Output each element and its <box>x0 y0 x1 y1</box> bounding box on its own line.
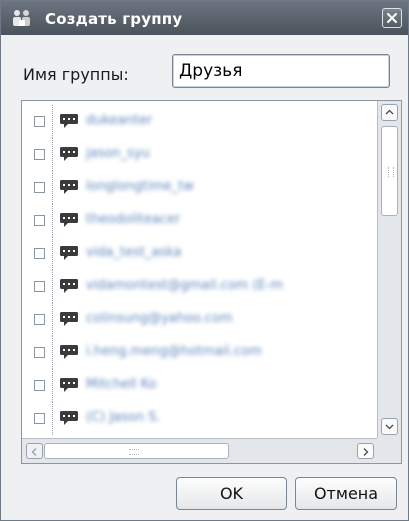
contact-row[interactable]: jason_syu <box>22 138 377 171</box>
contact-checkbox[interactable] <box>34 314 45 325</box>
contact-name: (C) Jason S. <box>86 410 161 425</box>
contact-name: Mitchell Ko <box>86 377 157 392</box>
contact-row[interactable]: Mitchell Ko <box>22 369 377 402</box>
scroll-left-button[interactable] <box>26 443 43 459</box>
contact-name: vida_test_aska <box>86 245 182 260</box>
contact-checkbox[interactable] <box>34 248 45 259</box>
tree-line <box>52 270 54 303</box>
contact-row[interactable]: vidamontest@gmail.com (E-m <box>22 270 377 303</box>
tree-line <box>52 402 54 435</box>
scrollbar-corner <box>377 438 401 463</box>
chat-icon <box>59 113 79 129</box>
close-icon <box>387 13 397 23</box>
contact-row[interactable]: (C) Jason S. <box>22 402 377 435</box>
contact-row[interactable]: longlongtime_tw <box>22 171 377 204</box>
chevron-right-icon <box>363 448 369 456</box>
chevron-up-icon <box>385 109 394 115</box>
tree-line <box>52 303 54 336</box>
contact-checkbox[interactable] <box>34 149 45 160</box>
tree-line <box>52 336 54 369</box>
scroll-right-button[interactable] <box>357 443 374 459</box>
contact-checkbox[interactable] <box>34 413 45 424</box>
ok-button[interactable]: OK <box>176 477 287 510</box>
chat-icon <box>59 410 79 426</box>
chat-icon <box>59 245 79 261</box>
chat-icon <box>59 344 79 360</box>
scroll-up-button[interactable] <box>381 104 398 121</box>
horizontal-scrollbar[interactable] <box>22 438 377 463</box>
tree-line <box>52 369 54 402</box>
tree-line <box>52 237 54 270</box>
title-bar[interactable]: Создать группу <box>1 1 408 35</box>
chat-icon <box>59 278 79 294</box>
contact-checkbox[interactable] <box>34 347 45 358</box>
chat-icon <box>59 146 79 162</box>
contact-name: vidamontest@gmail.com (E-m <box>86 278 284 293</box>
tree-line <box>52 138 54 171</box>
chevron-down-icon <box>385 424 394 430</box>
contact-name: colinsung@yahoo.com <box>86 311 233 326</box>
contact-checkbox[interactable] <box>34 182 45 193</box>
dialog-title: Создать группу <box>45 10 183 28</box>
contact-name: dukeanter <box>86 113 153 128</box>
group-name-input[interactable] <box>172 54 390 88</box>
contact-row[interactable]: colinsung@yahoo.com <box>22 303 377 336</box>
contact-list-body: dukeanter jason_syu longlongtime_twtheodol… <box>22 101 377 438</box>
contact-row[interactable]: dukeanter <box>22 105 377 138</box>
create-group-dialog: Создать группу Имя группы: dukeanter jaso… <box>0 0 409 521</box>
chat-icon <box>59 179 79 195</box>
tree-line <box>52 171 54 204</box>
contact-list[interactable]: dukeanter jason_syu longlongtime_twtheodol… <box>21 100 402 464</box>
group-name-label: Имя группы: <box>23 65 129 84</box>
contact-checkbox[interactable] <box>34 281 45 292</box>
horizontal-scroll-thumb[interactable] <box>44 443 229 459</box>
contact-row[interactable]: vida_test_aska <box>22 237 377 270</box>
chevron-left-icon <box>31 448 37 456</box>
contact-row[interactable]: i.heng.meng@hotmail.com <box>22 336 377 369</box>
vertical-scroll-thumb[interactable] <box>381 126 398 216</box>
scroll-down-button[interactable] <box>381 418 398 435</box>
close-button[interactable] <box>382 8 402 28</box>
chat-icon <box>59 377 79 393</box>
contact-name: theodoliteacer <box>86 212 181 227</box>
contact-checkbox[interactable] <box>34 116 45 127</box>
cancel-button[interactable]: Отмена <box>295 477 397 510</box>
chat-icon <box>59 311 79 327</box>
grip-icon <box>129 449 139 455</box>
contact-checkbox[interactable] <box>34 215 45 226</box>
contact-name: jason_syu <box>86 146 150 161</box>
contact-row[interactable]: theodoliteacer <box>22 204 377 237</box>
vertical-scrollbar[interactable] <box>377 101 401 438</box>
tree-line <box>52 105 54 138</box>
tree-line <box>52 204 54 237</box>
contact-checkbox[interactable] <box>34 380 45 391</box>
users-group-icon <box>11 8 33 28</box>
contact-name: longlongtime_tw <box>86 179 194 194</box>
grip-icon <box>388 167 394 177</box>
contact-name: i.heng.meng@hotmail.com <box>86 344 262 359</box>
chat-icon <box>59 212 79 228</box>
